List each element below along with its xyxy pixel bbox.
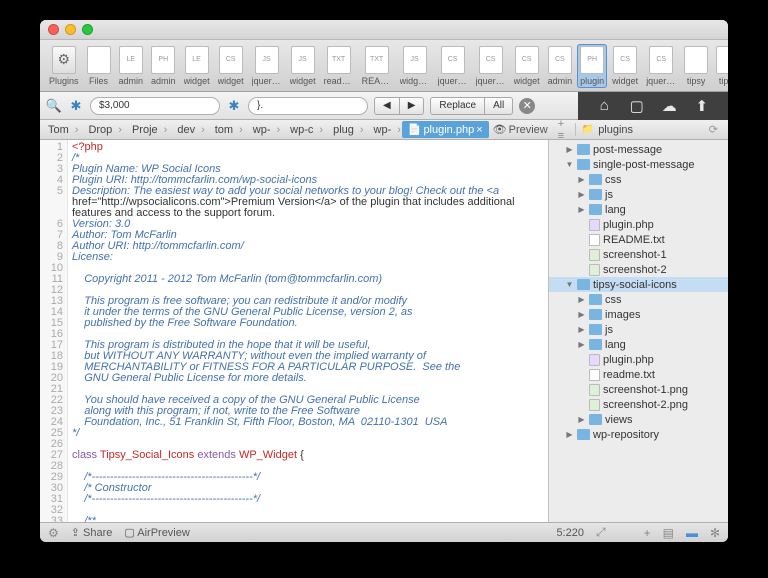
titlebar[interactable]: [40, 20, 728, 40]
toolbar-item-Plugins[interactable]: ⚙Plugins: [46, 44, 82, 88]
settings-icon[interactable]: ✻: [710, 526, 720, 540]
nav-buttons: ◀ ▶: [374, 97, 424, 115]
expand-icon[interactable]: ⤢: [596, 525, 606, 540]
status-bar: ⚙ ⇪ Share ▢ AirPreview 5:220 ⤢ + ▤ ▬ ✻: [40, 522, 728, 542]
gear-icon[interactable]: ⚙: [48, 526, 59, 540]
replace-input[interactable]: [248, 97, 368, 115]
tree-wp-repository[interactable]: ▶wp-repository: [549, 427, 728, 442]
search-bar: 🔍 ✱ ✱ ◀ ▶ Replace All ✕ ⌂ ▢ ☁ ⬆: [40, 92, 728, 120]
tree-js[interactable]: ▶js: [549, 322, 728, 337]
file-sidebar: ▶post-message▼single-post-message▶css▶js…: [548, 140, 728, 522]
close-search-button[interactable]: ✕: [519, 98, 535, 114]
tree-css[interactable]: ▶css: [549, 292, 728, 307]
crumb-wp-[interactable]: wp-: [370, 124, 402, 136]
zoom-dot[interactable]: [82, 24, 93, 35]
toolbar-item-Files[interactable]: Files: [84, 44, 114, 88]
lock-icon[interactable]: ▤: [663, 526, 674, 540]
toolbar-item-README[interactable]: TXTREADME: [359, 44, 395, 88]
active-tab[interactable]: 📄 plugin.php ×: [402, 121, 489, 138]
toolbar-item-admin[interactable]: PHadmin: [148, 44, 179, 88]
tree-single-post-message[interactable]: ▼single-post-message: [549, 157, 728, 172]
upload-icon[interactable]: ⬆: [693, 97, 711, 115]
toolbar-item-widget[interactable]: JSwidget: [287, 44, 319, 88]
toolbar: ⚙PluginsFilesLEadminPHadminLEwidgetCSwid…: [40, 40, 728, 92]
toolbar-item-widget[interactable]: CSwidget: [511, 44, 543, 88]
replace-all-button[interactable]: All: [485, 97, 513, 115]
toolbar-item-readme[interactable]: TXTreadme: [321, 44, 357, 88]
toolbar-item-admin[interactable]: CSadmin: [545, 44, 576, 88]
app-window: ⚙PluginsFilesLEadminPHadminLEwidgetCSwid…: [40, 20, 728, 542]
find-input[interactable]: [90, 97, 220, 115]
tree-plugin.php[interactable]: plugin.php: [549, 352, 728, 367]
next-button[interactable]: ▶: [400, 97, 425, 115]
add-icon[interactable]: +: [644, 526, 651, 540]
crumb-Drop[interactable]: Drop: [84, 124, 128, 136]
tree-post-message[interactable]: ▶post-message: [549, 142, 728, 157]
publish-icon[interactable]: ☁: [660, 97, 678, 115]
sidebar-root[interactable]: plugins: [598, 124, 633, 136]
minimize-dot[interactable]: [65, 24, 76, 35]
tree-images[interactable]: ▶images: [549, 307, 728, 322]
prev-button[interactable]: ◀: [374, 97, 400, 115]
toolbar-item-widget[interactable]: CSwidget: [215, 44, 247, 88]
crumb-Proje[interactable]: Proje: [128, 124, 173, 136]
cursor-position: 5:220: [556, 527, 584, 539]
replace-buttons: Replace All: [430, 97, 513, 115]
crumb-wp-[interactable]: wp-: [249, 124, 286, 136]
toolbar-item-tipsy[interactable]: tipsy: [713, 44, 728, 88]
tree-views[interactable]: ▶views: [549, 412, 728, 427]
crumb-wp-c[interactable]: wp-c: [286, 124, 329, 136]
regex-icon[interactable]: ✱: [68, 98, 84, 114]
crumb-tom[interactable]: tom: [211, 124, 249, 136]
line-gutter: 1234567891011121314151617181920212223242…: [40, 140, 68, 522]
toolbar-item-widget[interactable]: LEwidget: [181, 44, 213, 88]
tree-css[interactable]: ▶css: [549, 172, 728, 187]
toolbar-item-admin[interactable]: LEadmin: [116, 44, 147, 88]
tree-README.txt[interactable]: README.txt: [549, 232, 728, 247]
files-icon[interactable]: ▢: [628, 97, 646, 115]
add-tab-button[interactable]: + ≡: [554, 120, 575, 140]
code-content[interactable]: <?php /* Plugin Name: WP Social Icons Pl…: [68, 140, 548, 522]
preview-tab[interactable]: 👁 Preview: [489, 123, 554, 136]
share-button[interactable]: ⇪ Share: [71, 526, 113, 539]
crumb-dev[interactable]: dev: [173, 124, 210, 136]
search-icon: 🔍: [46, 98, 62, 114]
home-icon[interactable]: ⌂: [595, 97, 613, 115]
crumb-Tom[interactable]: Tom: [44, 124, 84, 136]
code-editor[interactable]: 1234567891011121314151617181920212223242…: [40, 140, 548, 522]
tree-readme.txt[interactable]: readme.txt: [549, 367, 728, 382]
view-icon[interactable]: ▬: [686, 526, 698, 540]
toolbar-item-jquery.tipsy[interactable]: CSjquery.tipsy: [435, 44, 471, 88]
tree-js[interactable]: ▶js: [549, 187, 728, 202]
toolbar-item-plugin[interactable]: PHplugin: [577, 44, 607, 88]
tree-screenshot-2.png[interactable]: screenshot-2.png: [549, 397, 728, 412]
tree-plugin.php[interactable]: plugin.php: [549, 217, 728, 232]
right-toolbar: ⌂ ▢ ☁ ⬆: [578, 92, 728, 120]
close-dot[interactable]: [48, 24, 59, 35]
toolbar-item-jquery.tipsy[interactable]: JSjquery.tipsy: [249, 44, 285, 88]
tree-screenshot-1.png[interactable]: screenshot-1.png: [549, 382, 728, 397]
tree-screenshot-1[interactable]: screenshot-1: [549, 247, 728, 262]
file-tree[interactable]: ▶post-message▼single-post-message▶css▶js…: [549, 140, 728, 522]
tree-lang[interactable]: ▶lang: [549, 202, 728, 217]
toolbar-item-tipsy[interactable]: tipsy: [681, 44, 711, 88]
tree-tipsy-social-icons[interactable]: ▼tipsy-social-icons: [549, 277, 728, 292]
tree-lang[interactable]: ▶lang: [549, 337, 728, 352]
toolbar-item-widget.min[interactable]: JSwidget.min: [397, 44, 433, 88]
crumb-plug[interactable]: plug: [329, 124, 369, 136]
toolbar-item-widget[interactable]: CSwidget: [609, 44, 641, 88]
main-area: 1234567891011121314151617181920212223242…: [40, 140, 728, 522]
refresh-icon[interactable]: ⟳: [709, 123, 718, 136]
breadcrumb-bar: TomDropProjedevtomwp-wp-cplugwp-tipstrun…: [40, 120, 728, 140]
toolbar-item-jquery.tipsy[interactable]: CSjquery.tipsy: [643, 44, 679, 88]
toolbar-item-jquery.tipsy[interactable]: CSjquery.tipsy: [473, 44, 509, 88]
folder-icon: 📁: [582, 124, 594, 135]
replace-button[interactable]: Replace: [430, 97, 485, 115]
regex-icon-2[interactable]: ✱: [226, 98, 242, 114]
tree-screenshot-2[interactable]: screenshot-2: [549, 262, 728, 277]
airpreview-button[interactable]: ▢ AirPreview: [124, 526, 189, 539]
